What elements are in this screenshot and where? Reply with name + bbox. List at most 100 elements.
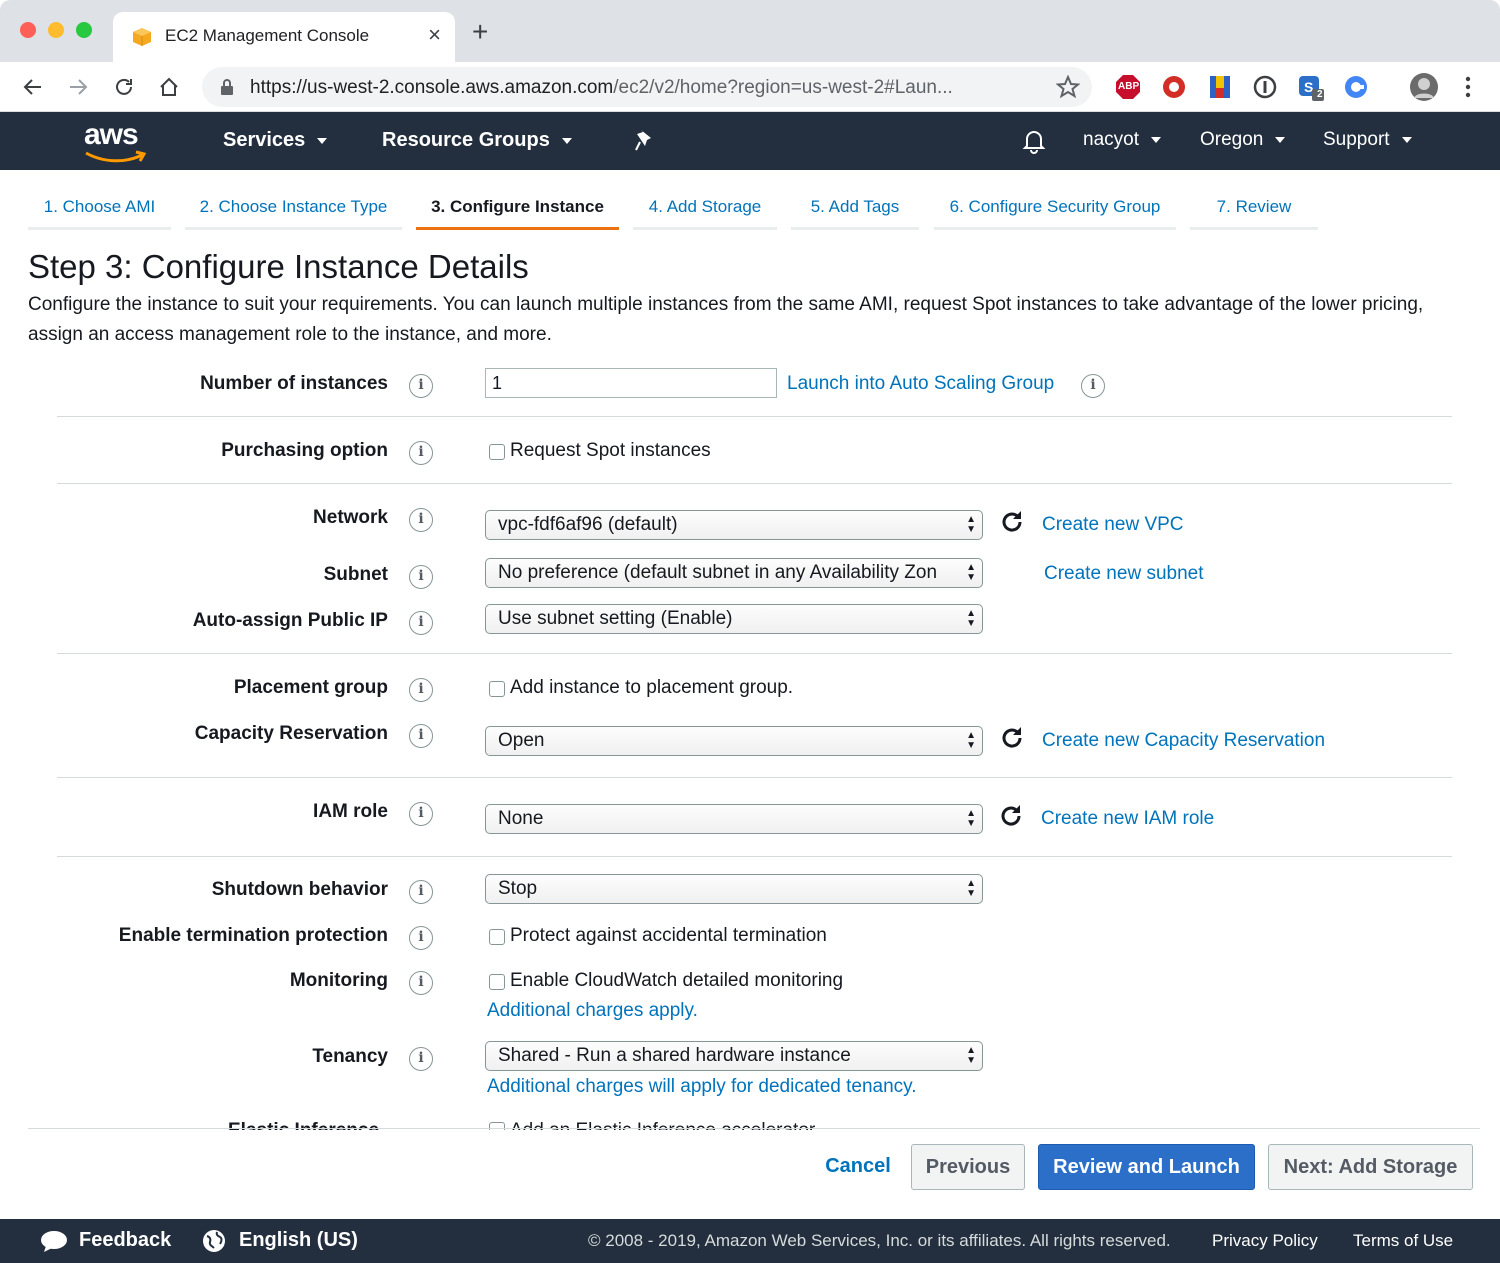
- next-add-storage-button[interactable]: Next: Add Storage: [1268, 1144, 1473, 1190]
- section-divider: [57, 856, 1452, 857]
- info-icon[interactable]: i: [409, 724, 433, 748]
- bookmark-extension-icon[interactable]: [1207, 74, 1233, 100]
- pin-icon[interactable]: [633, 128, 655, 152]
- create-subnet-link[interactable]: Create new subnet: [1044, 563, 1204, 585]
- address-bar[interactable]: https://us-west-2.console.aws.amazon.com…: [202, 67, 1092, 107]
- spot-checkbox-label[interactable]: Request Spot instances: [510, 440, 711, 462]
- step-configure-instance[interactable]: 3. Configure Instance: [416, 190, 619, 230]
- info-icon[interactable]: i: [409, 508, 433, 532]
- additional-charges-link[interactable]: Additional charges apply.: [487, 1000, 698, 1022]
- step-choose-instance-type[interactable]: 2. Choose Instance Type: [185, 190, 402, 230]
- aws-logo[interactable]: aws: [84, 118, 147, 163]
- instances-label: Number of instances: [200, 373, 388, 394]
- onepassword-icon[interactable]: [1252, 74, 1278, 100]
- step-review[interactable]: 7. Review: [1190, 190, 1318, 230]
- step-add-storage[interactable]: 4. Add Storage: [633, 190, 777, 230]
- info-icon[interactable]: i: [409, 611, 433, 635]
- browser-menu-icon[interactable]: [1460, 74, 1486, 100]
- tab-close-icon[interactable]: ×: [428, 22, 441, 48]
- info-icon[interactable]: i: [409, 926, 433, 950]
- monitoring-checkbox[interactable]: [489, 974, 505, 990]
- info-icon[interactable]: i: [409, 971, 433, 995]
- bookmark-star-icon[interactable]: [1056, 75, 1080, 99]
- notifications-bell-icon[interactable]: [1022, 128, 1046, 154]
- content-divider: [28, 1128, 1480, 1129]
- termination-checkbox-label[interactable]: Protect against accidental termination: [510, 925, 827, 947]
- lastpass-icon[interactable]: [1161, 74, 1187, 100]
- info-icon[interactable]: i: [409, 1047, 433, 1071]
- globe-icon: [203, 1230, 225, 1252]
- subnet-select[interactable]: No preference (default subnet in any Ava…: [485, 558, 983, 588]
- info-icon[interactable]: i: [409, 802, 433, 826]
- services-menu[interactable]: Services: [223, 129, 328, 152]
- refresh-icon[interactable]: [999, 725, 1025, 751]
- refresh-icon[interactable]: [999, 509, 1025, 535]
- region-menu[interactable]: Oregon: [1200, 129, 1286, 151]
- create-capacity-reservation-link[interactable]: Create new Capacity Reservation: [1042, 730, 1325, 752]
- monitoring-label: Monitoring: [289, 970, 388, 991]
- browser-tab[interactable]: EC2 Management Console ×: [113, 12, 455, 62]
- monitoring-checkbox-label[interactable]: Enable CloudWatch detailed monitoring: [510, 970, 843, 992]
- home-button[interactable]: [153, 71, 185, 103]
- step-choose-ami[interactable]: 1. Choose AMI: [28, 190, 171, 230]
- public-ip-select[interactable]: Use subnet setting (Enable) ▲ ▼: [485, 604, 983, 634]
- terms-of-use-link[interactable]: Terms of Use: [1353, 1231, 1453, 1251]
- aws-navbar: aws Services Resource Groups nacyot Oreg…: [0, 112, 1500, 170]
- capacity-select[interactable]: Open ▲ ▼: [485, 726, 983, 756]
- create-iam-role-link[interactable]: Create new IAM role: [1041, 808, 1214, 830]
- step-configure-security-group[interactable]: 6. Configure Security Group: [934, 190, 1176, 230]
- support-menu[interactable]: Support: [1323, 129, 1412, 151]
- info-icon[interactable]: i: [409, 678, 433, 702]
- reload-button[interactable]: [108, 71, 140, 103]
- refresh-icon[interactable]: [998, 803, 1024, 829]
- adblock-plus-icon[interactable]: ABP: [1115, 74, 1141, 100]
- info-icon[interactable]: i: [409, 880, 433, 904]
- info-icon[interactable]: i: [409, 565, 433, 589]
- cancel-button[interactable]: Cancel: [808, 1144, 908, 1190]
- create-vpc-link[interactable]: Create new VPC: [1042, 514, 1184, 536]
- profile-avatar[interactable]: [1409, 72, 1439, 102]
- resource-groups-menu[interactable]: Resource Groups: [382, 129, 572, 152]
- tenancy-select[interactable]: Shared - Run a shared hardware instance ▲…: [485, 1041, 983, 1071]
- select-arrows-icon: ▲ ▼: [966, 878, 976, 899]
- step-add-tags[interactable]: 5. Add Tags: [791, 190, 919, 230]
- new-tab-button[interactable]: +: [472, 18, 488, 46]
- info-icon[interactable]: i: [1081, 374, 1105, 398]
- tab-title: EC2 Management Console: [165, 26, 370, 45]
- spot-checkbox[interactable]: [489, 444, 505, 460]
- forward-button[interactable]: [62, 71, 94, 103]
- review-and-launch-button[interactable]: Review and Launch: [1038, 1144, 1255, 1190]
- dedicated-tenancy-charges-link[interactable]: Additional charges will apply for dedica…: [487, 1076, 917, 1098]
- iam-select[interactable]: None ▲ ▼: [485, 804, 983, 834]
- section-divider: [57, 483, 1452, 484]
- page-description: Configure the instance to suit your requ…: [28, 294, 1424, 345]
- select-arrows-icon: ▲ ▼: [966, 808, 976, 829]
- skype-extension-icon[interactable]: S 2: [1297, 74, 1324, 101]
- select-arrows-icon: ▲ ▼: [966, 514, 976, 535]
- language-selector[interactable]: English (US): [239, 1229, 358, 1252]
- translate-extension-icon[interactable]: [1343, 74, 1369, 100]
- termination-checkbox[interactable]: [489, 929, 505, 945]
- previous-button[interactable]: Previous: [911, 1144, 1025, 1190]
- auto-scaling-link[interactable]: Launch into Auto Scaling Group: [787, 373, 1054, 395]
- info-icon[interactable]: i: [409, 441, 433, 465]
- info-icon[interactable]: i: [409, 374, 433, 398]
- feedback-button[interactable]: Feedback: [79, 1229, 171, 1252]
- network-label: Network: [313, 507, 388, 528]
- window-close-button[interactable]: [20, 22, 36, 38]
- chevron-down-icon: [1401, 136, 1412, 143]
- privacy-policy-link[interactable]: Privacy Policy: [1212, 1231, 1318, 1251]
- placement-checkbox[interactable]: [489, 681, 505, 697]
- instances-input[interactable]: [485, 368, 777, 398]
- reload-icon: [116, 78, 132, 95]
- home-icon: [160, 77, 178, 96]
- back-button[interactable]: [17, 71, 49, 103]
- lock-icon: [221, 79, 233, 95]
- shutdown-select[interactable]: Stop ▲ ▼: [485, 874, 983, 904]
- window-minimize-button[interactable]: [48, 22, 64, 38]
- browser-tabstrip: EC2 Management Console × +: [0, 0, 1500, 62]
- window-zoom-button[interactable]: [76, 22, 92, 38]
- account-menu[interactable]: nacyot: [1083, 129, 1161, 151]
- network-select[interactable]: vpc-fdf6af96 (default) ▲ ▼: [485, 510, 983, 540]
- placement-checkbox-label[interactable]: Add instance to placement group.: [510, 677, 793, 699]
